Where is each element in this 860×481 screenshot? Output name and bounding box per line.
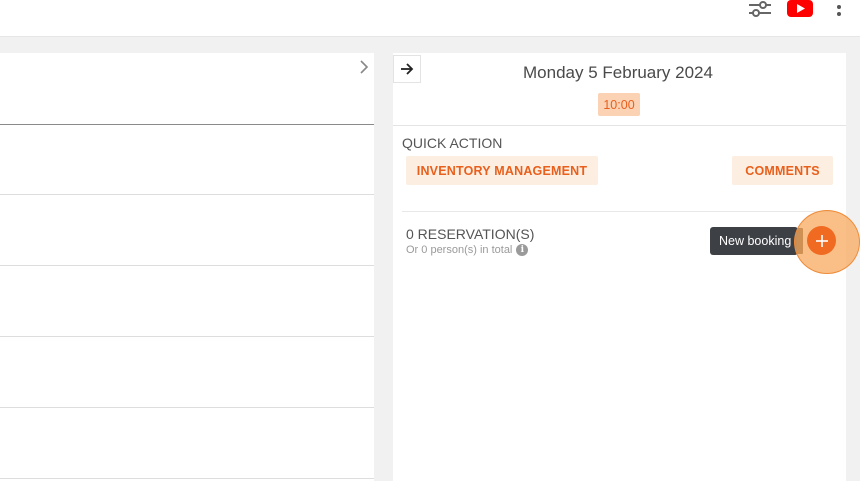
left-panel	[0, 53, 374, 481]
quick-action-label: QUICK ACTION	[402, 135, 503, 151]
divider	[393, 125, 846, 126]
sliders-icon[interactable]	[744, 0, 776, 20]
new-booking-tooltip: New booking	[710, 227, 798, 255]
more-vert-icon[interactable]	[832, 0, 846, 20]
collapse-panel-button[interactable]	[393, 55, 421, 83]
day-detail-panel: Monday 5 February 2024 10:00 QUICK ACTIO…	[393, 53, 846, 481]
divider	[402, 211, 836, 212]
youtube-icon[interactable]	[786, 0, 814, 18]
plus-icon	[815, 234, 828, 247]
reservation-total: Or 0 person(s) in total i	[406, 244, 529, 256]
row-divider	[0, 194, 374, 195]
time-chip[interactable]: 10:00	[598, 93, 640, 116]
reservation-total-text: Or 0 person(s) in total	[406, 244, 513, 256]
date-title: Monday 5 February 2024	[523, 63, 713, 82]
comments-button[interactable]: COMMENTS	[732, 156, 833, 185]
arrow-right-icon	[401, 63, 414, 75]
info-icon[interactable]: i	[516, 244, 529, 256]
top-bar	[0, 0, 860, 37]
new-booking-button[interactable]	[807, 226, 836, 255]
row-divider	[0, 265, 374, 266]
reservation-count: 0 RESERVATION(S)	[406, 226, 535, 242]
row-divider	[0, 407, 374, 408]
inventory-management-button[interactable]: INVENTORY MANAGEMENT	[406, 156, 598, 185]
chevron-right-icon[interactable]	[355, 58, 373, 76]
row-divider	[0, 478, 374, 479]
row-divider	[0, 336, 374, 337]
header-divider	[0, 124, 374, 125]
